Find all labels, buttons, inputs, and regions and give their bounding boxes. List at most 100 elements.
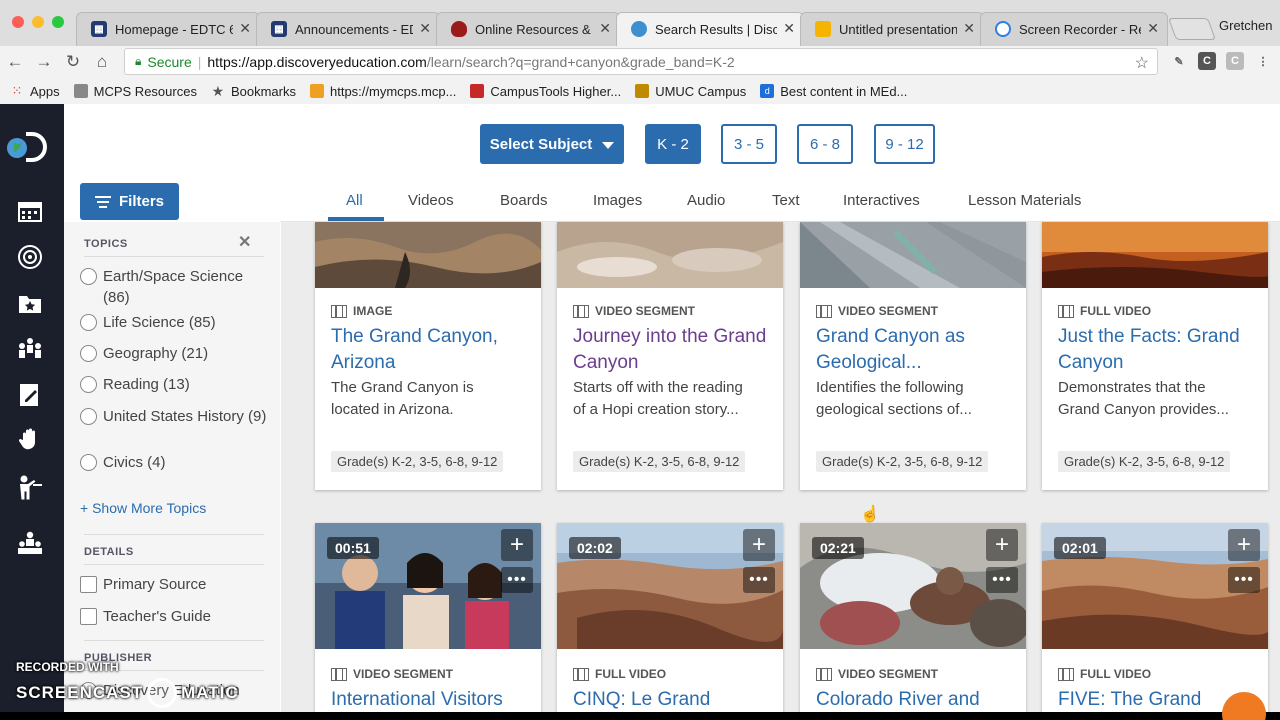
bookmark-star-icon[interactable]: ☆ xyxy=(1135,53,1149,73)
close-window-icon[interactable] xyxy=(12,16,24,28)
topic-option[interactable]: United States History (9) xyxy=(80,406,270,427)
card-title[interactable]: CINQ: Le Grand xyxy=(573,687,769,712)
tab-close-icon[interactable]: ✕ xyxy=(239,20,251,37)
forward-icon[interactable]: → xyxy=(33,52,55,72)
radio-icon[interactable] xyxy=(80,314,97,331)
browser-tab[interactable]: Untitled presentation ✕ xyxy=(800,12,984,46)
add-to-board-icon[interactable]: + xyxy=(501,529,533,561)
bookmark-umuc[interactable]: UMUC Campus xyxy=(635,84,746,99)
home-icon[interactable]: ⌂ xyxy=(91,52,113,72)
radio-icon[interactable] xyxy=(80,376,97,393)
minimize-window-icon[interactable] xyxy=(32,16,44,28)
extension-pin-icon[interactable]: ✎ xyxy=(1170,52,1188,70)
topic-option[interactable]: Earth/Space Science (86) xyxy=(80,266,270,308)
edit-icon[interactable] xyxy=(17,382,43,408)
grade-3-5-button[interactable]: 3 - 5 xyxy=(721,124,777,164)
radio-icon[interactable] xyxy=(80,454,97,471)
card-title[interactable]: Just the Facts: Grand Canyon xyxy=(1058,324,1254,376)
card-title[interactable]: International Visitors xyxy=(331,687,527,712)
card-title[interactable]: The Grand Canyon, Arizona xyxy=(331,324,527,376)
browser-tab[interactable]: Screen Recorder - Re ✕ xyxy=(980,12,1168,46)
thumbnail-image[interactable] xyxy=(557,222,783,288)
more-options-icon[interactable]: ••• xyxy=(1228,567,1260,593)
tab-close-icon[interactable]: ✕ xyxy=(783,20,795,37)
checkbox-icon[interactable] xyxy=(80,576,97,593)
presenter-icon[interactable] xyxy=(17,474,43,500)
tab-close-icon[interactable]: ✕ xyxy=(963,20,975,37)
result-card[interactable]: 02:21 + ••• VIDEO SEGMENT Colorado River… xyxy=(800,523,1026,712)
starred-folder-icon[interactable] xyxy=(17,290,43,316)
result-card[interactable]: VIDEO SEGMENT Journey into the Grand Can… xyxy=(557,222,783,490)
bookmark-campustools[interactable]: CampusTools Higher... xyxy=(470,84,621,99)
card-title[interactable]: Colorado River and xyxy=(816,687,1012,712)
back-icon[interactable]: ← xyxy=(4,52,26,72)
browser-tab-active[interactable]: Search Results | Disc ✕ xyxy=(616,12,804,46)
card-title[interactable]: Grand Canyon as Geological... xyxy=(816,324,1012,376)
thumbnail-image[interactable] xyxy=(315,222,541,288)
tab-interactives[interactable]: Interactives xyxy=(843,192,920,209)
tab-videos[interactable]: Videos xyxy=(408,192,454,209)
result-card[interactable]: 02:01 + ••• FULL VIDEO FIVE: The Grand xyxy=(1042,523,1268,712)
tab-close-icon[interactable]: ✕ xyxy=(599,20,611,37)
grade-6-8-button[interactable]: 6 - 8 xyxy=(797,124,853,164)
card-title[interactable]: Journey into the Grand Canyon xyxy=(573,324,769,376)
hand-icon[interactable] xyxy=(17,428,43,454)
broadcast-icon[interactable] xyxy=(17,244,43,270)
more-options-icon[interactable]: ••• xyxy=(743,567,775,593)
result-card[interactable]: IMAGE The Grand Canyon, Arizona The Gran… xyxy=(315,222,541,490)
bookmark-apps[interactable]: ⁙ Apps xyxy=(10,83,60,99)
topic-option[interactable]: Civics (4) xyxy=(80,452,270,473)
maximize-window-icon[interactable] xyxy=(52,16,64,28)
select-subject-button[interactable]: Select Subject xyxy=(480,124,624,164)
discovery-logo-icon[interactable] xyxy=(6,132,48,162)
reload-icon[interactable]: ↻ xyxy=(62,52,84,72)
classroom-icon[interactable] xyxy=(17,530,43,556)
more-options-icon[interactable]: ••• xyxy=(501,567,533,593)
show-more-topics-link[interactable]: + Show More Topics xyxy=(80,500,206,516)
browser-tab[interactable]: ▦ Homepage - EDTC 6 ✕ xyxy=(76,12,260,46)
menu-icon[interactable]: ⋮ xyxy=(1254,52,1272,70)
thumbnail-image[interactable] xyxy=(800,222,1026,288)
radio-icon[interactable] xyxy=(80,268,97,285)
profile-name[interactable]: Gretchen xyxy=(1219,18,1272,33)
checkbox-icon[interactable] xyxy=(80,608,97,625)
address-bar[interactable]: 🔒︎ Secure | https://app.discoveryeducati… xyxy=(124,48,1158,75)
add-to-board-icon[interactable]: + xyxy=(1228,529,1260,561)
thumbnail-image[interactable] xyxy=(1042,222,1268,288)
extension-c-icon[interactable]: C xyxy=(1198,52,1216,70)
result-card[interactable]: VIDEO SEGMENT Grand Canyon as Geological… xyxy=(800,222,1026,490)
grade-k2-button[interactable]: K - 2 xyxy=(645,124,701,164)
bookmark-mymcps[interactable]: https://mymcps.mcp... xyxy=(309,84,456,99)
tab-lesson-materials[interactable]: Lesson Materials xyxy=(968,192,1081,209)
tab-text[interactable]: Text xyxy=(772,192,800,209)
bookmark-best-content[interactable]: d Best content in MEd... xyxy=(760,84,907,99)
new-tab-button[interactable] xyxy=(1167,18,1217,40)
tab-close-icon[interactable]: ✕ xyxy=(1147,20,1159,37)
detail-option[interactable]: Primary Source xyxy=(80,574,270,595)
result-card[interactable]: 00:51 + ••• VIDEO SEGMENT International … xyxy=(315,523,541,712)
tab-audio[interactable]: Audio xyxy=(687,192,725,209)
filters-button[interactable]: Filters xyxy=(80,183,179,220)
topic-option[interactable]: Geography (21) xyxy=(80,343,270,364)
radio-icon[interactable] xyxy=(80,345,97,362)
topic-option[interactable]: Reading (13) xyxy=(80,374,270,395)
bookmark-bookmarks[interactable]: ★ Bookmarks xyxy=(211,83,296,99)
add-to-board-icon[interactable]: + xyxy=(986,529,1018,561)
result-card[interactable]: 02:02 + ••• FULL VIDEO CINQ: Le Grand xyxy=(557,523,783,712)
tab-boards[interactable]: Boards xyxy=(500,192,548,209)
browser-tab[interactable]: Online Resources & t ✕ xyxy=(436,12,620,46)
tab-images[interactable]: Images xyxy=(593,192,642,209)
topic-option[interactable]: Life Science (85) xyxy=(80,312,270,333)
result-card[interactable]: FULL VIDEO Just the Facts: Grand Canyon … xyxy=(1042,222,1268,490)
detail-option[interactable]: Teacher's Guide xyxy=(80,606,270,627)
add-to-board-icon[interactable]: + xyxy=(743,529,775,561)
grade-9-12-button[interactable]: 9 - 12 xyxy=(874,124,935,164)
extension-c2-icon[interactable]: C xyxy=(1226,52,1244,70)
calendar-icon[interactable] xyxy=(17,198,43,224)
tab-all[interactable]: All xyxy=(346,192,363,209)
bookmark-mcps-resources[interactable]: MCPS Resources xyxy=(73,84,197,99)
more-options-icon[interactable]: ••• xyxy=(986,567,1018,593)
close-filters-icon[interactable]: ✕ xyxy=(238,232,251,252)
community-icon[interactable] xyxy=(17,336,43,362)
tab-close-icon[interactable]: ✕ xyxy=(419,20,431,37)
